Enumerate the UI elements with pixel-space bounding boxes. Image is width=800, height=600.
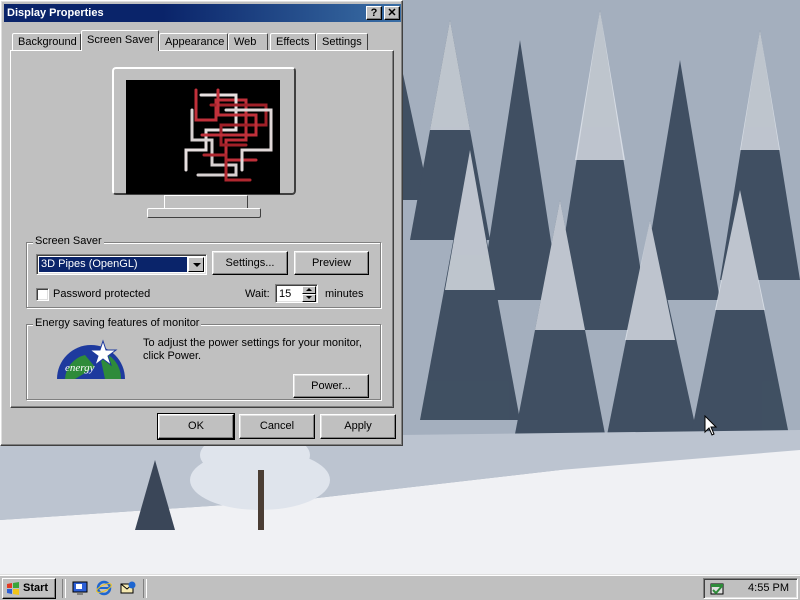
taskbar-divider	[62, 579, 66, 598]
monitor-preview	[112, 67, 296, 195]
password-checkbox[interactable]	[36, 288, 49, 301]
preview-button[interactable]: Preview	[294, 251, 369, 275]
spin-down-icon[interactable]	[302, 294, 316, 302]
tab-settings[interactable]: Settings	[316, 33, 368, 51]
close-button[interactable]: ✕	[384, 6, 400, 20]
help-button[interactable]: ?	[366, 6, 382, 20]
system-tray: 4:55 PM	[703, 578, 798, 599]
taskbar: Start 4:55 PM	[0, 574, 800, 600]
screen-saver-group: Screen Saver 3D Pipes (OpenGL) Settings.…	[26, 235, 381, 308]
taskbar-divider-2	[143, 579, 147, 598]
mouse-cursor-icon	[704, 415, 718, 436]
energy-star-icon: energy	[57, 339, 125, 379]
screen-saver-group-label: Screen Saver	[33, 235, 104, 247]
ok-button[interactable]: OK	[157, 413, 235, 440]
screen-saver-dropdown[interactable]: 3D Pipes (OpenGL)	[36, 254, 207, 275]
internet-explorer-icon[interactable]	[96, 580, 112, 596]
wait-minutes-spinner[interactable]: 15	[275, 284, 318, 303]
monitor-neck	[164, 195, 248, 209]
tab-appearance[interactable]: Appearance	[159, 33, 228, 51]
clock[interactable]: 4:55 PM	[748, 582, 789, 594]
energy-group-label: Energy saving features of monitor	[33, 317, 202, 329]
display-properties-window: Display Properties ? ✕ Background Screen…	[0, 0, 403, 446]
spin-up-icon[interactable]	[302, 286, 316, 294]
preview-screen	[126, 80, 280, 194]
outlook-express-icon[interactable]	[120, 580, 136, 596]
settings-button[interactable]: Settings...	[212, 251, 288, 275]
chevron-down-icon[interactable]	[188, 257, 204, 272]
power-button[interactable]: Power...	[293, 374, 369, 398]
pipes-preview-graphic	[184, 88, 273, 182]
tab-effects[interactable]: Effects	[270, 33, 316, 51]
tab-background[interactable]: Background	[12, 33, 81, 51]
start-label: Start	[23, 582, 49, 594]
energy-group: Energy saving features of monitor energy…	[26, 317, 381, 400]
tab-web[interactable]: Web	[228, 33, 268, 51]
show-desktop-icon[interactable]	[72, 580, 88, 596]
apply-button[interactable]: Apply	[320, 414, 396, 439]
windows-logo-icon	[7, 582, 19, 595]
energy-description: To adjust the power settings for your mo…	[143, 337, 362, 362]
start-button[interactable]: Start	[2, 578, 56, 599]
password-label: Password protected	[53, 288, 151, 300]
window-title: Display Properties	[7, 7, 104, 19]
title-bar[interactable]: Display Properties ? ✕	[4, 4, 401, 22]
screen-saver-selected: 3D Pipes (OpenGL)	[39, 257, 187, 272]
monitor-base	[147, 208, 261, 218]
wait-label: Wait:	[245, 288, 270, 300]
wait-value: 15	[279, 288, 292, 300]
scheduler-icon[interactable]	[709, 581, 725, 597]
cancel-button[interactable]: Cancel	[239, 414, 315, 439]
tab-screen-saver[interactable]: Screen Saver	[81, 30, 159, 51]
energy-logo-text: energy	[65, 362, 95, 374]
minutes-label: minutes	[325, 288, 364, 300]
screen-saver-panel: Screen Saver 3D Pipes (OpenGL) Settings.…	[10, 50, 394, 408]
